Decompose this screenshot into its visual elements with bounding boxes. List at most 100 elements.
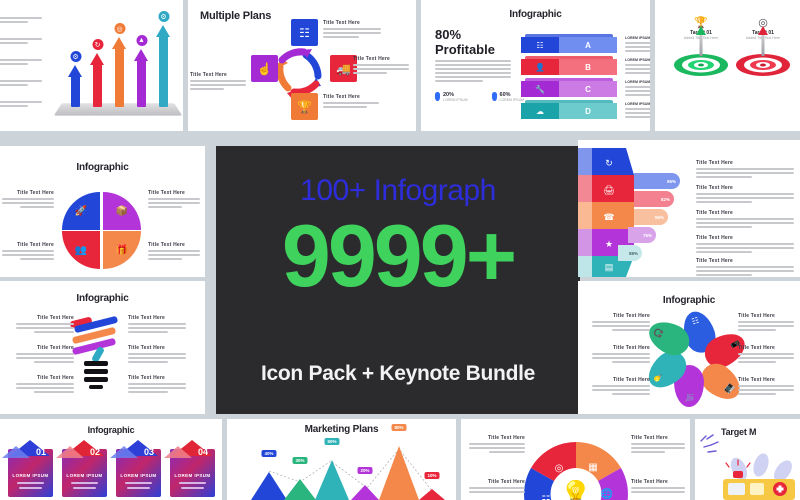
slide-numbered-cards[interactable]: Infographic 01 LOREM IPSUM 02 LOREM IPSU… (0, 419, 222, 500)
plan-text-1: Title Text Here (323, 20, 385, 40)
target-card-2[interactable]: ◎ Target 01 Added Title Text Here (735, 16, 791, 78)
num-card-1[interactable]: 01 LOREM IPSUM (2, 440, 53, 497)
bar-note-c: LOREM IPSUM (625, 80, 650, 98)
funnel-note-3: Title Text Here (696, 210, 796, 230)
screenshot-canvas: ⚙ ↻ ◎ ▲ ⚙ Multiple Plans ☷ Title Text He… (0, 0, 800, 500)
slide-target-market[interactable]: Target M (695, 419, 800, 500)
share-icon: ☷ (521, 37, 559, 53)
slide-funnel[interactable]: ↻ 🖨 ☎ ★ ▤ 95% 82% 55% 75% 88% Title Text… (578, 140, 800, 277)
box-icon: 📦 (115, 205, 129, 217)
bar-5[interactable]: 80% (379, 424, 419, 500)
rocket-icon: 🚀 (74, 205, 88, 217)
slide-lightbulb[interactable]: Infographic Title Text Here Title Text H… (0, 281, 205, 414)
wheel-label-3: Title Text Here (631, 435, 685, 455)
page-title: Infographic (87, 425, 135, 435)
funnel-note-4: Title Text Here (696, 235, 796, 255)
bar-3[interactable]: 50% (315, 438, 349, 500)
stat-item: 20% LOREM IPSUM (435, 92, 468, 102)
dartboard-red (736, 26, 790, 78)
bar-value: 10% (424, 472, 440, 479)
plan-text-3: Title Text Here (323, 94, 385, 110)
pie-label-1: Title Text Here (2, 190, 54, 210)
arrow-chart: ⚙ ↻ ◎ ▲ ⚙ (53, 10, 183, 123)
svg-text:▦: ▦ (588, 462, 597, 473)
slide-growth-arrows[interactable]: ⚙ ↻ ◎ ▲ ⚙ (0, 0, 183, 131)
headline: 80% Profitable (435, 27, 495, 57)
bulb-base-2 (84, 369, 108, 374)
bar-row-b[interactable]: 👤 B (521, 56, 617, 76)
hand-icon[interactable]: ☝ (251, 55, 278, 82)
num-card-4[interactable]: 04 LOREM IPSUM (164, 440, 215, 497)
quadrant-4[interactable]: 🎁 (103, 231, 141, 269)
num-card-2[interactable]: 02 LOREM IPSUM (56, 440, 107, 497)
wrench-icon: 🔧 (521, 81, 559, 97)
chart-icon: ▲ (135, 34, 148, 47)
ambulance-graphic (700, 434, 795, 500)
bar-letter: B (559, 59, 617, 75)
funnel-note-5: Title Text Here (696, 258, 796, 277)
bulb-base-1 (84, 361, 108, 366)
bar-value: 50% (324, 438, 340, 445)
page-title: Infographic (662, 295, 716, 306)
slide-marketing-plans[interactable]: Marketing Plans 40% 30% 50% 20% 80% 10% (227, 419, 456, 500)
list-item (0, 75, 46, 86)
page-title: Infographic (76, 162, 129, 173)
plan-text-2: Title Text Here (353, 56, 415, 76)
num-card-3[interactable]: 03 LOREM IPSUM (110, 440, 161, 497)
bar-6[interactable]: 10% (419, 472, 445, 500)
hero-caption: Icon Pack + Keynote Bundle (260, 362, 536, 385)
slide-wheel[interactable]: ▦ 🌐 ☁ 📖 ☷ ◎ 💡 Title Text Here Title Text… (461, 419, 690, 500)
slide-profitable[interactable]: Infographic 80% Profitable 20% LOREM IPS… (421, 0, 650, 131)
funnel-pill-5[interactable]: 88% (618, 245, 642, 261)
bar-1[interactable]: 40% (251, 450, 287, 500)
wheel-label-4: Title Text Here (631, 479, 685, 495)
slide-targets[interactable]: 🏆 Target 01 Added Title Text Here ◎ Targ… (655, 0, 800, 131)
bulb-label-5: Title Text Here (128, 345, 186, 365)
slide-pie-quadrants[interactable]: Infographic 🚀 📦 👥 🎁 Title Text Here Titl… (0, 146, 205, 277)
petal-label-2: Title Text Here (592, 345, 650, 365)
hero-subtitle: 100+ Infograph (300, 174, 496, 207)
funnel-note-2: Title Text Here (696, 185, 796, 205)
slide-petals[interactable]: Infographic ☷ 📱 📷 🛒 💡 🎧 Title Text Here … (578, 281, 800, 414)
bar-note-d: LOREM IPSUM (625, 102, 650, 120)
headline-paragraph (435, 60, 511, 84)
page-title: Infographic (76, 293, 129, 304)
trophy-icon[interactable]: 🏆 (291, 93, 318, 120)
bulb-label-1: Title Text Here (16, 315, 74, 335)
stat-item: 60% LOREM IPSUM (491, 92, 524, 102)
pin-icon (435, 92, 440, 101)
hero-number: 9999+ (281, 206, 517, 305)
refresh-icon: ↻ (91, 38, 104, 51)
bar-letter: D (559, 103, 617, 119)
funnel-pill-1[interactable]: 95% (634, 173, 680, 189)
pie-label-4: Title Text Here (148, 242, 200, 262)
bulb-label-3: Title Text Here (16, 375, 74, 395)
quadrant-2[interactable]: 📦 (103, 192, 141, 230)
list-item (0, 54, 46, 65)
bar-2[interactable]: 30% (284, 457, 316, 500)
svg-text:🌐: 🌐 (601, 487, 613, 500)
bar-row-d[interactable]: ☁ D (521, 100, 617, 120)
wheel-label-2: Title Text Here (469, 479, 525, 495)
slide-hero-promo[interactable]: 100+ Infograph 9999+ Icon Pack + Keynote… (216, 146, 580, 414)
arrows-bullet-list (0, 12, 46, 117)
settings-icon: ⚙ (157, 10, 170, 23)
funnel-pill-2[interactable]: 82% (634, 191, 674, 207)
quadrant-3[interactable]: 👥 (62, 231, 100, 269)
bar-4[interactable]: 20% (351, 467, 379, 500)
grid-icon[interactable]: ☷ (291, 19, 318, 46)
funnel-pill-3[interactable]: 55% (634, 209, 668, 225)
slide-multiple-plans[interactable]: Multiple Plans ☷ Title Text Here 🚚 Title… (188, 0, 416, 131)
bar-row-a[interactable]: ☷ A (521, 34, 617, 54)
target-card-1[interactable]: 🏆 Target 01 Added Title Text Here (673, 16, 729, 78)
bar-row-c[interactable]: 🔧 C (521, 78, 617, 98)
bar-note-a: LOREM IPSUM (625, 36, 650, 54)
pin-icon (491, 92, 497, 101)
svg-text:◎: ◎ (555, 463, 564, 474)
quadrant-1[interactable]: 🚀 (62, 192, 100, 230)
funnel-pill-4[interactable]: 75% (628, 227, 656, 243)
petal-label-4: Title Text Here (738, 313, 794, 333)
dartboard-green (674, 26, 728, 78)
petal-label-3: Title Text Here (592, 377, 650, 397)
svg-text:☎: ☎ (603, 212, 614, 222)
